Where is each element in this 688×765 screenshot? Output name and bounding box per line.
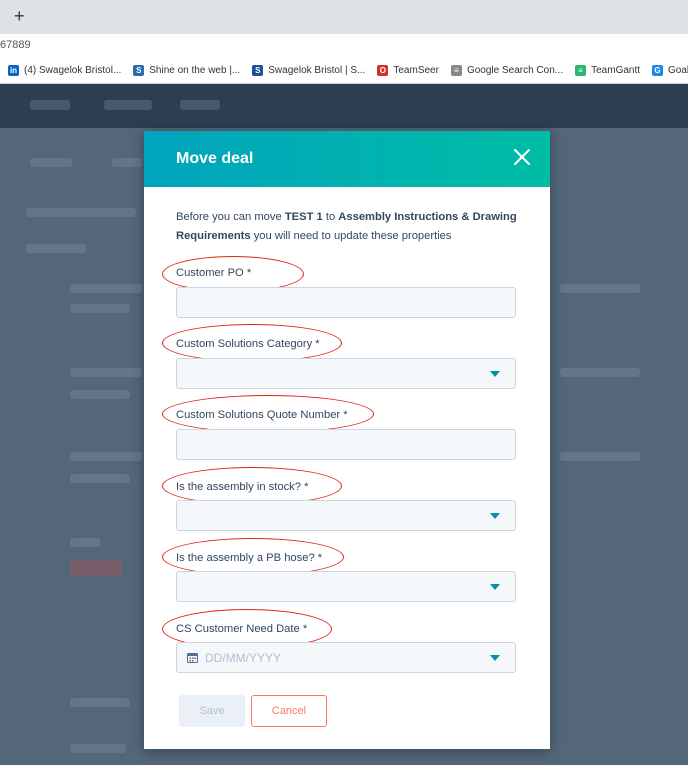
bg-placeholder [70,304,130,313]
bg-placeholder [560,452,640,461]
bg-placeholder [70,284,142,293]
bg-placeholder [70,698,130,707]
custom-solutions-category-label: Custom Solutions Category * [176,338,320,350]
bookmarks-bar: in (4) Swagelok Bristol... S Shine on the w… [0,58,688,84]
bookmark-label: (4) Swagelok Bristol... [24,65,122,76]
bg-placeholder [26,244,86,253]
bg-placeholder [70,368,142,377]
bg-placeholder [70,538,100,547]
modal-intro-text: Before you can move TEST 1 to Assembly I… [176,208,526,246]
bookmark-label: TeamSeer [393,65,439,76]
custom-solutions-category-select[interactable] [176,358,516,389]
address-bar[interactable]: 67889 [0,34,688,59]
linkedin-icon: in [8,65,19,76]
nav-placeholder [30,100,70,110]
bg-placeholder [70,452,142,461]
bg-placeholder [112,158,142,167]
customer-need-date-input[interactable]: DD/MM/YYYY [176,642,516,673]
bookmark-item[interactable]: ≡ TeamGantt [575,65,640,76]
chevron-down-icon [490,371,500,377]
bookmark-label: Google Search Con... [466,65,564,76]
date-placeholder: DD/MM/YYYY [205,651,282,665]
teamseer-icon: O [377,65,389,76]
chevron-down-icon [490,513,500,519]
assembly-in-stock-select[interactable] [176,500,516,531]
app-nav-bar [0,84,688,128]
bg-placeholder [70,474,130,483]
bookmark-label: Goalscape Online [668,65,688,76]
bookmark-item[interactable]: S Shine on the web |... [133,65,240,76]
bg-placeholder [70,744,126,753]
swagelok-icon: S [252,65,264,76]
modal-header: Move deal [144,131,550,187]
quote-number-label: Custom Solutions Quote Number * [176,409,348,421]
bg-placeholder [26,208,136,217]
bookmark-item[interactable]: G Goalscape Online [652,65,688,76]
new-tab-button[interactable]: + [14,6,25,27]
close-icon[interactable] [510,145,534,169]
intro-before: Before you can move [176,211,285,223]
bookmark-label: Shine on the web |... [149,65,241,76]
bg-placeholder [70,560,122,576]
browser-tab-strip: + [0,0,688,34]
chevron-down-icon [490,584,500,590]
shine-icon: S [133,65,145,76]
calendar-icon [187,653,198,663]
move-deal-modal: Move deal Before you can move TEST 1 to … [144,131,550,749]
bg-placeholder [70,390,130,399]
url-text: 67889 [0,39,31,51]
bookmark-item[interactable]: S Swagelok Bristol | S... [252,65,365,76]
bookmark-label: TeamGantt [591,65,641,76]
assembly-in-stock-label: Is the assembly in stock? * [176,481,309,493]
customer-po-label: Customer PO * [176,267,252,279]
bg-placeholder [560,368,640,377]
save-button[interactable]: Save [179,695,245,727]
bg-placeholder [30,158,72,167]
google-search-console-icon: ≡ [450,65,462,76]
bookmark-label: Swagelok Bristol | S... [268,65,366,76]
intro-after: you will need to update these properties [250,230,452,242]
intro-mid: to [322,211,339,223]
bookmark-item[interactable]: O TeamSeer [377,65,439,76]
deal-name: TEST 1 [284,211,323,223]
customer-po-input[interactable] [176,287,516,318]
pb-hose-select[interactable] [176,571,516,602]
nav-placeholder [104,100,152,110]
chevron-down-icon [490,655,500,661]
quote-number-input[interactable] [176,429,516,460]
pb-hose-label: Is the assembly a PB hose? * [176,552,323,564]
bookmark-item[interactable]: in (4) Swagelok Bristol... [8,65,121,76]
cancel-button[interactable]: Cancel [251,695,327,727]
goalscape-icon: G [652,65,664,76]
nav-placeholder [180,100,220,110]
bookmark-item[interactable]: ≡ Google Search Con... [450,65,564,76]
bg-placeholder [560,284,640,293]
customer-need-date-label: CS Customer Need Date * [176,623,308,635]
modal-title: Move deal [176,150,254,167]
teamgantt-icon: ≡ [575,65,587,76]
